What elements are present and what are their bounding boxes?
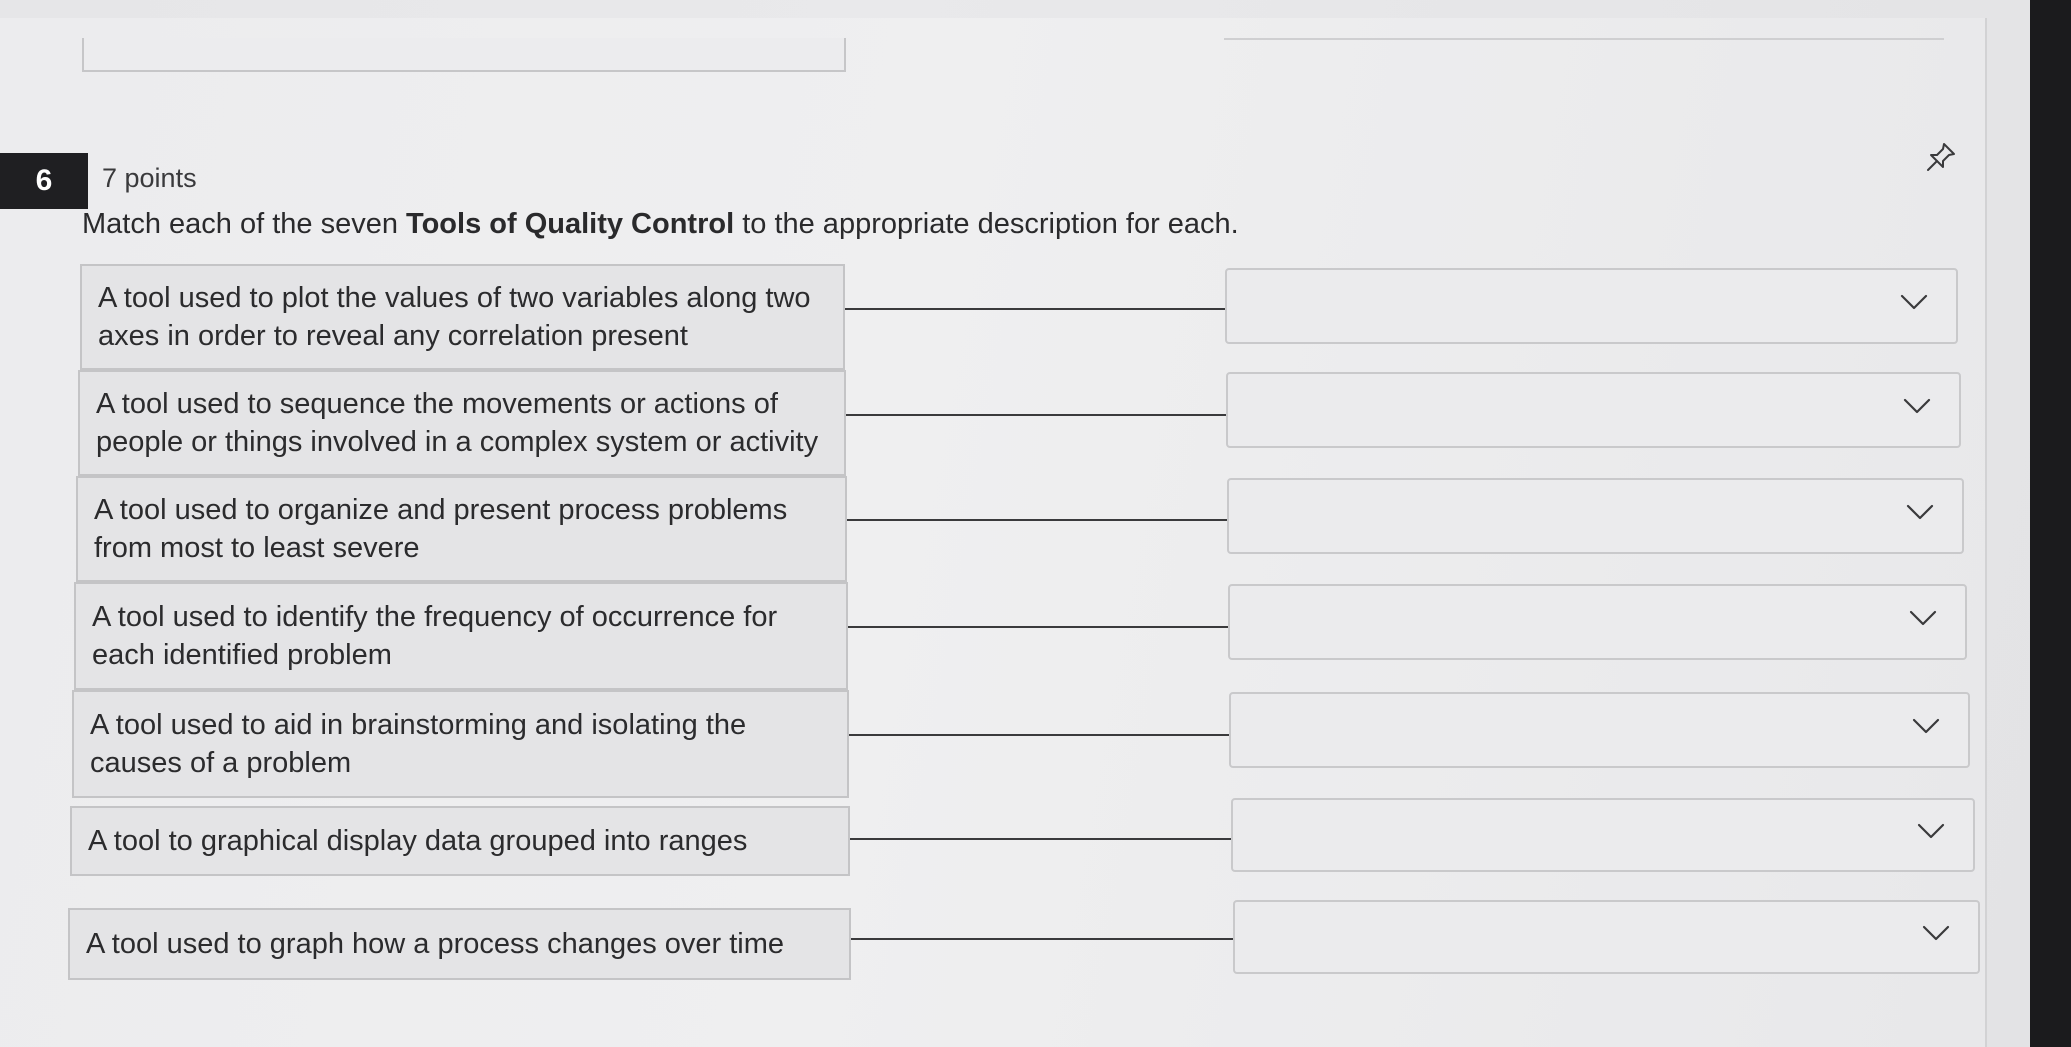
chevron-down-icon [1909,610,1937,626]
answer-dropdown-6[interactable] [1231,798,1975,872]
match-connector-line [850,838,1231,840]
question-prompt: Match each of the seven Tools of Quality… [82,208,1239,241]
description-text: A tool used to plot the values of two va… [98,282,811,352]
pin-icon[interactable] [1924,140,1958,174]
answer-dropdown-2[interactable] [1226,372,1961,448]
match-description-7: A tool used to graph how a process chang… [68,908,851,980]
match-connector-line [845,308,1225,310]
description-text: A tool used to graph how a process chang… [86,928,785,960]
points-label: 7 points [102,163,197,193]
divider [1224,38,1944,40]
match-description-4: A tool used to identify the frequency of… [74,582,848,690]
prompt-text-end: to the appropriate description for each. [734,208,1239,240]
question-number-badge: 6 [0,153,88,209]
prompt-text-bold: Tools of Quality Control [406,208,735,240]
answer-dropdown-5[interactable] [1229,692,1970,768]
chevron-down-icon [1903,398,1931,414]
match-connector-line [846,414,1226,416]
match-connector-line [847,519,1227,521]
chevron-down-icon [1906,504,1934,520]
answer-dropdown-3[interactable] [1227,478,1964,554]
match-connector-line [848,626,1228,628]
answer-dropdown-4[interactable] [1228,584,1967,660]
chevron-down-icon [1900,294,1928,310]
prompt-text-start: Match each of the seven [82,208,407,240]
match-description-6: A tool to graphical display data grouped… [70,806,850,876]
answer-dropdown-1[interactable] [1225,268,1958,344]
previous-question-field [82,38,846,72]
description-text: A tool used to identify the frequency of… [92,601,778,671]
screen: 6 7 points Match each of the seven Tools… [0,0,2030,1047]
chevron-down-icon [1912,718,1940,734]
description-text: A tool used to organize and present proc… [94,494,788,564]
match-connector-line [849,734,1229,736]
chevron-down-icon [1922,925,1950,941]
match-description-5: A tool used to aid in brainstorming and … [72,690,849,798]
description-text: A tool to graphical display data grouped… [88,825,748,857]
match-description-2: A tool used to sequence the movements or… [78,370,846,476]
quiz-content-pane: 6 7 points Match each of the seven Tools… [0,18,1987,1047]
description-text: A tool used to aid in brainstorming and … [90,709,747,779]
chevron-down-icon [1917,823,1945,839]
answer-dropdown-7[interactable] [1233,900,1980,974]
match-connector-line [851,938,1233,940]
description-text: A tool used to sequence the movements or… [96,388,819,458]
match-description-1: A tool used to plot the values of two va… [80,264,845,370]
match-description-3: A tool used to organize and present proc… [76,476,847,582]
